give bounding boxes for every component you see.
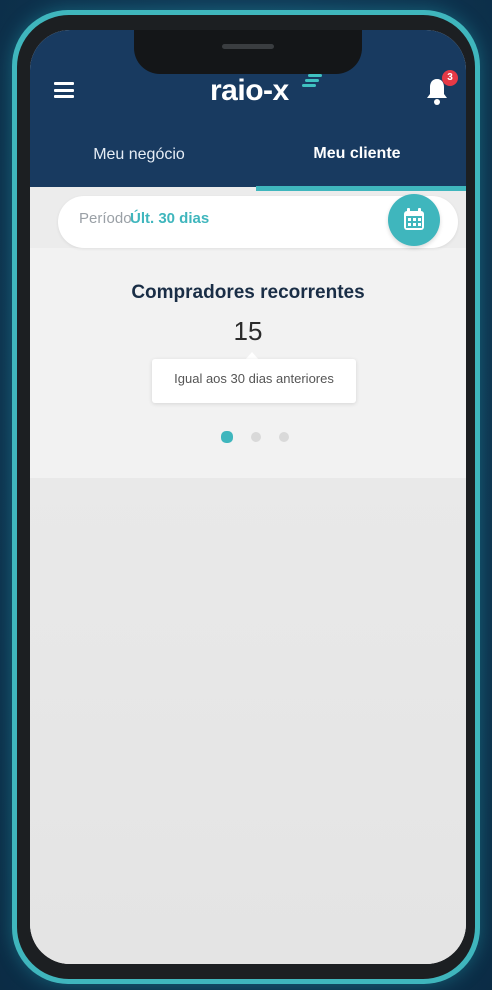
carousel-dot-3[interactable] [279, 432, 289, 442]
carousel-dot-2[interactable] [251, 432, 261, 442]
notch [134, 30, 362, 74]
notification-badge: 3 [442, 70, 458, 86]
tab-bar: Meu negócio Meu cliente [30, 125, 466, 187]
metric-value: 15 [233, 316, 263, 346]
app-logo: raio-x [210, 74, 289, 107]
menu-icon[interactable] [54, 82, 74, 98]
stage: raio-x 3 Meu negócio Meu cliente Período… [0, 0, 492, 990]
metric-title: Compradores recorrentes [131, 282, 365, 303]
tab-meu-negocio[interactable]: Meu negócio [30, 125, 248, 187]
speaker [222, 44, 274, 49]
content-empty-area [30, 478, 466, 964]
comparison-text: Igual aos 30 dias anteriores [174, 371, 334, 386]
calendar-button[interactable] [388, 194, 440, 246]
logo-marks [302, 74, 324, 88]
calendar-icon [404, 208, 424, 230]
tab-meu-cliente[interactable]: Meu cliente [248, 125, 466, 187]
period-label: Período [79, 210, 132, 227]
active-tab-indicator [256, 186, 466, 191]
period-value[interactable]: Últ. 30 dias [130, 210, 209, 227]
carousel-dot-1[interactable] [221, 431, 233, 443]
phone-screen: raio-x 3 Meu negócio Meu cliente Período… [30, 30, 466, 964]
